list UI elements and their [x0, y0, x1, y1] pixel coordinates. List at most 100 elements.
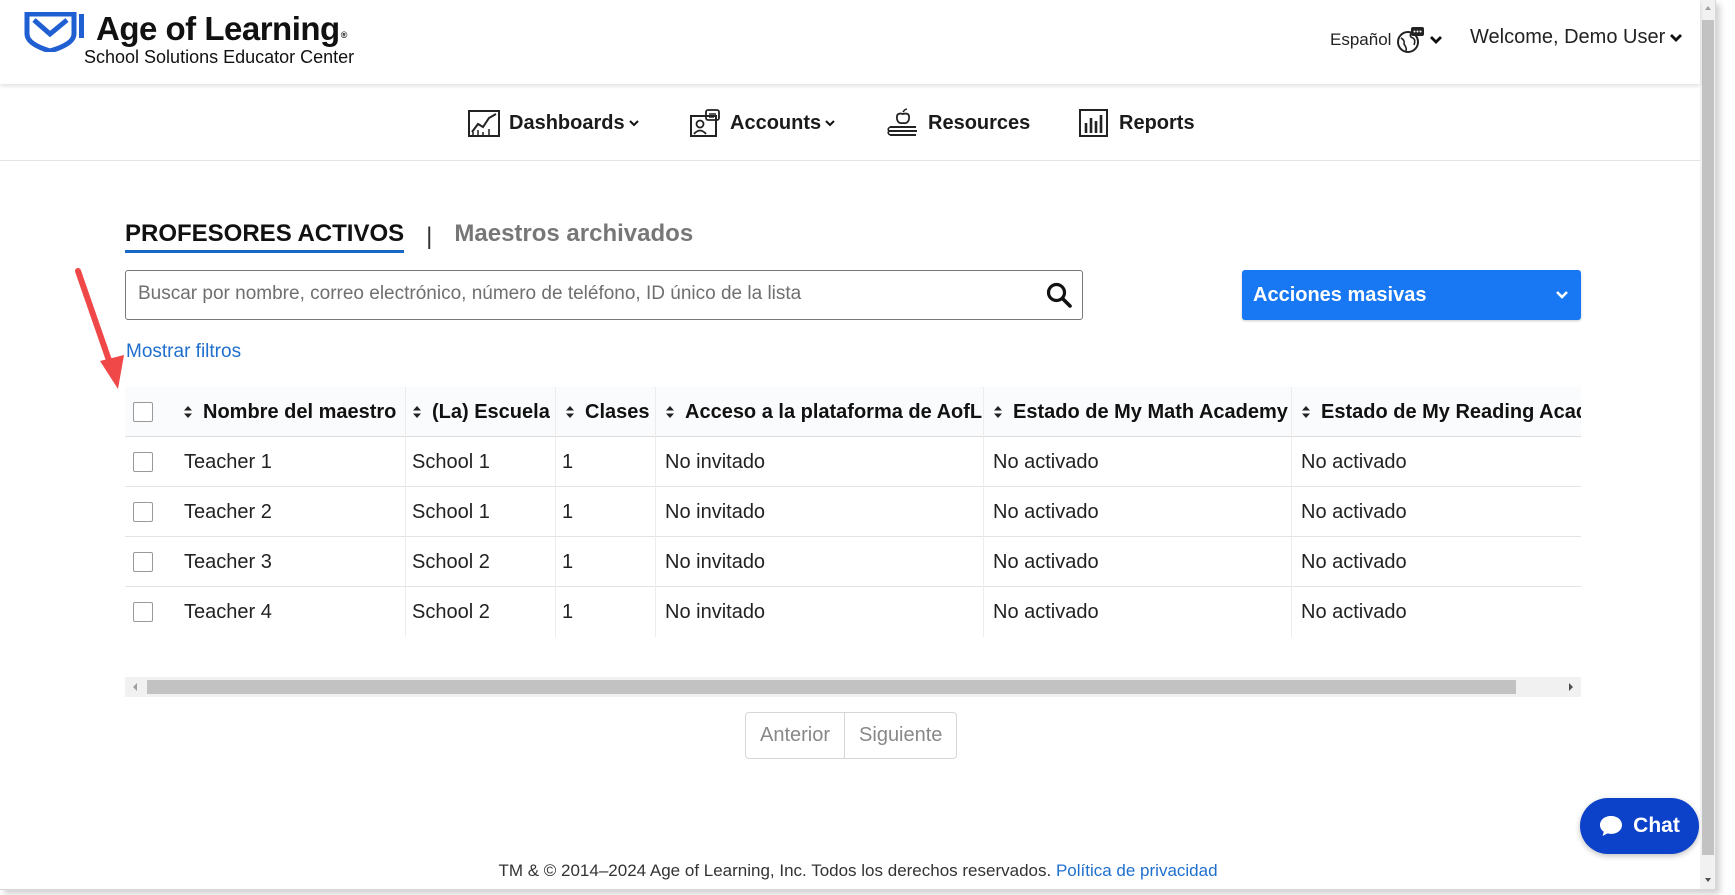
brand-name: Age of Learning® — [96, 10, 348, 47]
reports-bar-icon — [1079, 109, 1108, 137]
cell-math-status: No activado — [993, 450, 1099, 473]
chevron-down-icon — [825, 120, 835, 127]
nav-accounts[interactable]: Accounts — [688, 108, 835, 138]
tab-separator: | — [426, 222, 433, 250]
logo[interactable]: Age of Learning® School Solutions Educat… — [24, 10, 355, 68]
column-header-math-status[interactable]: Estado de My Math Academy — [993, 387, 1288, 437]
bulk-actions-label: Acciones masivas — [1253, 283, 1427, 306]
language-selector[interactable]: Español — [1330, 26, 1443, 54]
cell-classes: 1 — [562, 600, 574, 623]
next-page-button[interactable]: Siguiente — [844, 713, 956, 758]
dashboard-chart-icon — [468, 110, 500, 137]
table-row[interactable]: Teacher 1 School 1 1 No invitado No acti… — [125, 437, 1581, 487]
cell-school: School 2 — [412, 600, 490, 623]
table-header: Nombre del maestro (La) Escuela Clases A… — [125, 387, 1581, 437]
tab-active-teachers[interactable]: PROFESORES ACTIVOS — [125, 220, 405, 253]
table-horizontal-scrollbar[interactable] — [125, 677, 1581, 697]
browser-window: Age of Learning® School Solutions Educat… — [0, 0, 1716, 890]
chevron-down-icon — [1670, 33, 1683, 42]
privacy-policy-link[interactable]: Política de privacidad — [1056, 861, 1218, 880]
scrollbar-thumb[interactable] — [1702, 20, 1714, 855]
cell-school: School 1 — [412, 450, 490, 473]
pagination: Anterior Siguiente — [745, 712, 958, 759]
sort-icon — [1302, 406, 1310, 418]
resources-apple-books-icon — [887, 108, 917, 136]
sort-icon — [994, 406, 1002, 418]
scroll-left-icon[interactable] — [131, 682, 139, 692]
welcome-text: Welcome, Demo User — [1470, 26, 1666, 48]
column-header-reading-status[interactable]: Estado de My Reading Academy — [1301, 387, 1581, 437]
show-filters-link[interactable]: Mostrar filtros — [126, 341, 241, 363]
cell-reading-status: No activado — [1301, 550, 1407, 573]
nav-resources[interactable]: Resources — [886, 108, 1030, 138]
cell-reading-status: No activado — [1301, 600, 1407, 623]
registered-mark: ® — [340, 30, 348, 40]
cell-math-status: No activado — [993, 600, 1099, 623]
user-menu[interactable]: Welcome, Demo User — [1470, 26, 1683, 49]
table-row[interactable]: Teacher 4 School 2 1 No invitado No acti… — [125, 587, 1581, 637]
row-checkbox[interactable] — [133, 452, 153, 472]
search-icon[interactable] — [1046, 282, 1072, 308]
page-vertical-scrollbar[interactable] — [1700, 0, 1715, 889]
cell-platform-access: No invitado — [665, 500, 766, 523]
chat-bubble-icon — [1600, 816, 1623, 836]
row-checkbox[interactable] — [133, 502, 153, 522]
scrollbar-thumb[interactable] — [147, 680, 1516, 694]
previous-page-button[interactable]: Anterior — [746, 713, 844, 758]
scroll-right-icon[interactable] — [1567, 682, 1575, 692]
column-header-classes[interactable]: Clases — [565, 387, 650, 437]
bulk-actions-button[interactable]: Acciones masivas — [1242, 270, 1581, 320]
column-header-platform-access[interactable]: Acceso a la plataforma de AofL — [665, 387, 982, 437]
footer: TM & © 2014–2024 Age of Learning, Inc. T… — [0, 861, 1715, 881]
teacher-tabs: PROFESORES ACTIVOS | Maestros archivados — [125, 220, 693, 253]
search-box — [125, 270, 1083, 320]
chat-button[interactable]: Chat — [1580, 798, 1699, 854]
cell-school: School 1 — [412, 500, 490, 523]
cell-classes: 1 — [562, 450, 574, 473]
cell-math-status: No activado — [993, 550, 1099, 573]
nav-accounts-label: Accounts — [730, 111, 822, 134]
nav-reports[interactable]: Reports — [1077, 108, 1195, 138]
cell-math-status: No activado — [993, 500, 1099, 523]
chat-label: Chat — [1633, 814, 1680, 837]
cell-classes: 1 — [562, 550, 574, 573]
annotation-arrow-icon — [75, 268, 124, 389]
cell-platform-access: No invitado — [665, 600, 766, 623]
language-label: Español — [1330, 30, 1392, 49]
chevron-down-icon — [628, 120, 639, 127]
top-header: Age of Learning® School Solutions Educat… — [0, 0, 1700, 84]
nav-reports-label: Reports — [1119, 111, 1195, 134]
select-all-checkbox[interactable] — [133, 402, 153, 422]
row-checkbox[interactable] — [133, 602, 153, 622]
tab-archived-teachers[interactable]: Maestros archivados — [454, 220, 693, 253]
cell-platform-access: No invitado — [665, 550, 766, 573]
column-header-school[interactable]: (La) Escuela — [412, 387, 550, 437]
column-header-name[interactable]: Nombre del maestro — [183, 387, 396, 437]
cell-classes: 1 — [562, 500, 574, 523]
search-input[interactable] — [126, 271, 1006, 317]
table-row[interactable]: Teacher 3 School 2 1 No invitado No acti… — [125, 537, 1581, 587]
brand-subtitle: School Solutions Educator Center — [84, 47, 355, 67]
table-row[interactable]: Teacher 2 School 1 1 No invitado No acti… — [125, 487, 1581, 537]
scroll-down-icon[interactable] — [1704, 876, 1712, 884]
sort-icon — [666, 406, 674, 418]
accounts-icon — [690, 109, 720, 137]
cell-teacher-name[interactable]: Teacher 4 — [184, 587, 272, 637]
scroll-up-icon[interactable] — [1704, 4, 1712, 12]
copyright-text: TM & © 2014–2024 Age of Learning, Inc. T… — [498, 861, 1052, 880]
nav-dashboards-label: Dashboards — [509, 111, 625, 134]
chevron-down-icon — [1556, 291, 1568, 299]
cell-teacher-name[interactable]: Teacher 1 — [184, 437, 272, 487]
cell-reading-status: No activado — [1301, 450, 1407, 473]
chevron-down-icon — [1430, 36, 1443, 44]
nav-resources-label: Resources — [928, 111, 1031, 134]
cell-teacher-name[interactable]: Teacher 2 — [184, 487, 272, 537]
main-nav: Dashboards Accounts Resources Reports — [0, 84, 1700, 161]
logo-shield-icon — [24, 11, 86, 54]
teachers-table: Nombre del maestro (La) Escuela Clases A… — [125, 387, 1581, 697]
sort-icon — [184, 406, 192, 418]
nav-dashboards[interactable]: Dashboards — [467, 108, 639, 138]
sort-icon — [566, 406, 574, 418]
row-checkbox[interactable] — [133, 552, 153, 572]
cell-teacher-name[interactable]: Teacher 3 — [184, 537, 272, 587]
